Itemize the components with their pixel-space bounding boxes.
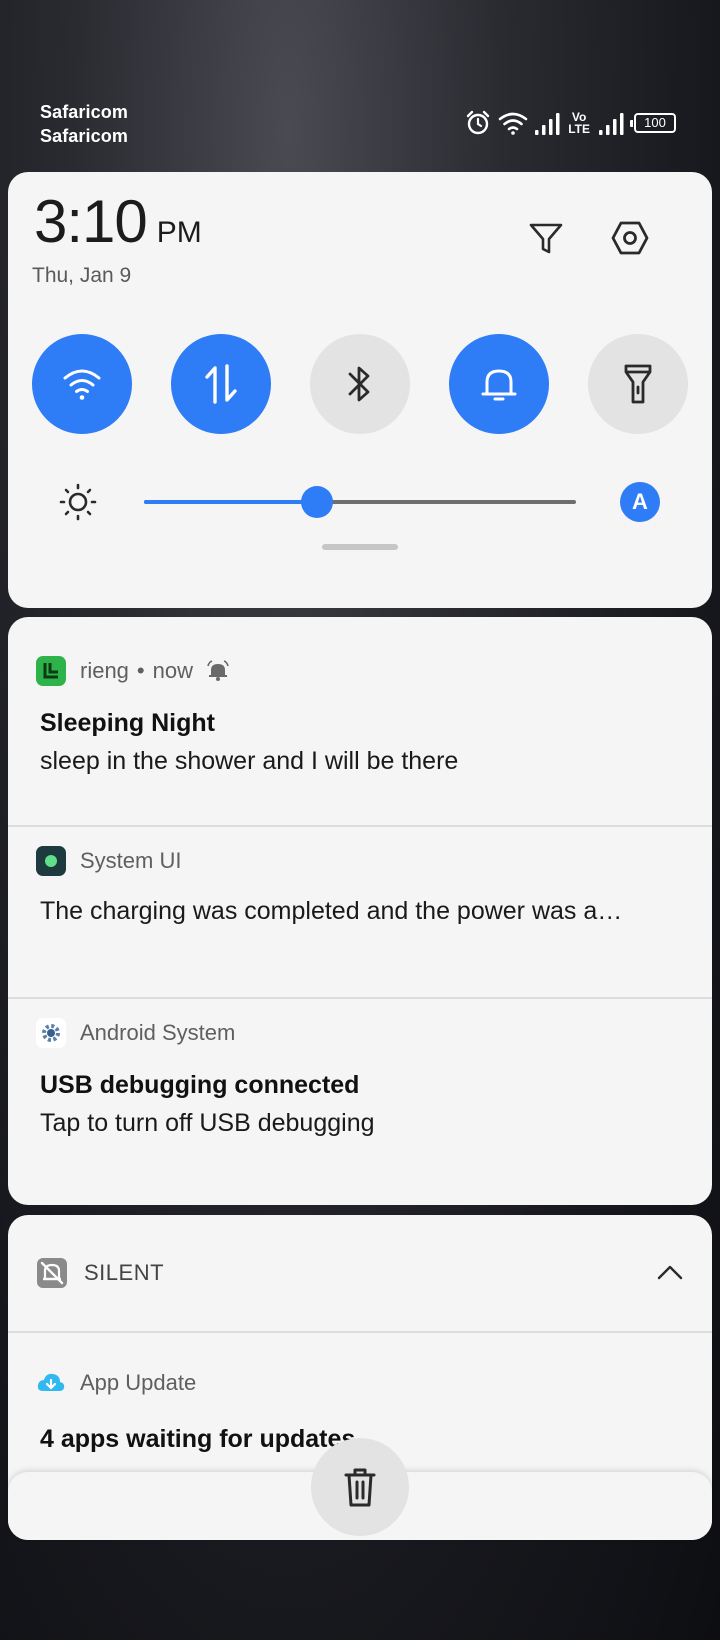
notification-body: The charging was completed and the power… xyxy=(40,897,623,925)
notification-rieng[interactable]: rieng • now Sleeping Night sleep in the … xyxy=(8,617,712,817)
system-ui-icon xyxy=(36,846,66,876)
flashlight-tile[interactable] xyxy=(588,334,688,434)
notification-header: App Update xyxy=(36,1367,196,1399)
bell-icon xyxy=(481,369,517,401)
trash-icon xyxy=(344,1468,376,1507)
notification-app-name: App Update xyxy=(80,1370,197,1395)
notification-body: sleep in the shower and I will be there xyxy=(40,747,459,775)
notification-title: USB debugging connected xyxy=(40,1071,360,1099)
separator-dot: • xyxy=(136,658,145,683)
clock-time: 3:10 xyxy=(34,188,148,255)
quick-settings-panel: 3:10 PM Thu, Jan 9 A xyxy=(8,172,712,608)
carrier-name-2: Safaricom xyxy=(40,126,128,146)
filter-icon[interactable] xyxy=(524,216,568,260)
data-arrows-icon xyxy=(205,364,237,404)
notification-group: rieng • now Sleeping Night sleep in the … xyxy=(8,617,712,1205)
settings-icon[interactable] xyxy=(608,216,652,260)
bluetooth-tile[interactable] xyxy=(310,334,410,434)
brightness-slider[interactable] xyxy=(144,486,576,518)
wifi-icon xyxy=(498,112,528,135)
notification-app-name: System UI xyxy=(80,848,182,873)
brightness-slider-thumb[interactable] xyxy=(300,486,333,518)
brightness-row: A xyxy=(8,472,712,532)
sound-tile[interactable] xyxy=(449,334,549,434)
mobile-data-tile[interactable] xyxy=(171,334,271,434)
rieng-app-icon xyxy=(36,656,66,686)
volte-bottom-label: LTE xyxy=(568,122,590,136)
signal-icon xyxy=(535,113,560,135)
clock-ampm: PM xyxy=(156,216,202,249)
battery-level: 100 xyxy=(644,115,666,130)
chevron-up-icon[interactable] xyxy=(656,1259,684,1287)
notification-system-ui[interactable]: System UI The charging was completed and… xyxy=(8,827,712,997)
app-update-icon xyxy=(36,1368,66,1398)
silent-section-header[interactable]: SILENT xyxy=(36,1255,164,1291)
android-system-icon xyxy=(36,1018,66,1048)
notification-header: Android System xyxy=(36,1017,235,1049)
bluetooth-icon xyxy=(348,366,370,402)
notification-time: now xyxy=(152,658,193,683)
battery-icon: 100 xyxy=(630,113,676,133)
notification-app-name: rieng xyxy=(80,658,129,683)
auto-brightness-button[interactable]: A xyxy=(620,482,660,522)
brightness-icon xyxy=(59,483,97,521)
notification-body: Tap to turn off USB debugging xyxy=(40,1109,375,1137)
notification-header: System UI xyxy=(36,845,181,877)
carrier-name-1: Safaricom xyxy=(40,102,128,122)
silent-section-label: SILENT xyxy=(84,1260,165,1285)
signal-icon xyxy=(599,113,624,135)
notification-title: Sleeping Night xyxy=(40,709,215,737)
status-bar: Safaricom Safaricom Vo LTE 100 xyxy=(0,96,720,152)
notification-app-name: Android System xyxy=(80,1020,236,1045)
bell-icon xyxy=(207,660,229,681)
date-label[interactable]: Thu, Jan 9 xyxy=(32,264,131,288)
panel-drag-handle[interactable] xyxy=(322,544,398,550)
volte-icon: Vo LTE xyxy=(568,111,590,135)
brightness-slider-fill xyxy=(144,500,317,504)
flashlight-icon xyxy=(624,364,652,404)
clear-all-button[interactable] xyxy=(311,1438,409,1536)
system-icons: Vo LTE 100 xyxy=(464,108,676,138)
bell-off-icon xyxy=(37,1258,67,1288)
notification-android-system[interactable]: Android System USB debugging connected T… xyxy=(8,999,712,1205)
wifi-icon xyxy=(63,369,101,400)
notification-title: 4 apps waiting for updates xyxy=(40,1425,356,1453)
notification-header: rieng • now xyxy=(36,655,229,687)
wifi-tile[interactable] xyxy=(32,334,132,434)
clock[interactable]: 3:10 PM xyxy=(34,190,202,265)
alarm-icon xyxy=(467,110,490,135)
